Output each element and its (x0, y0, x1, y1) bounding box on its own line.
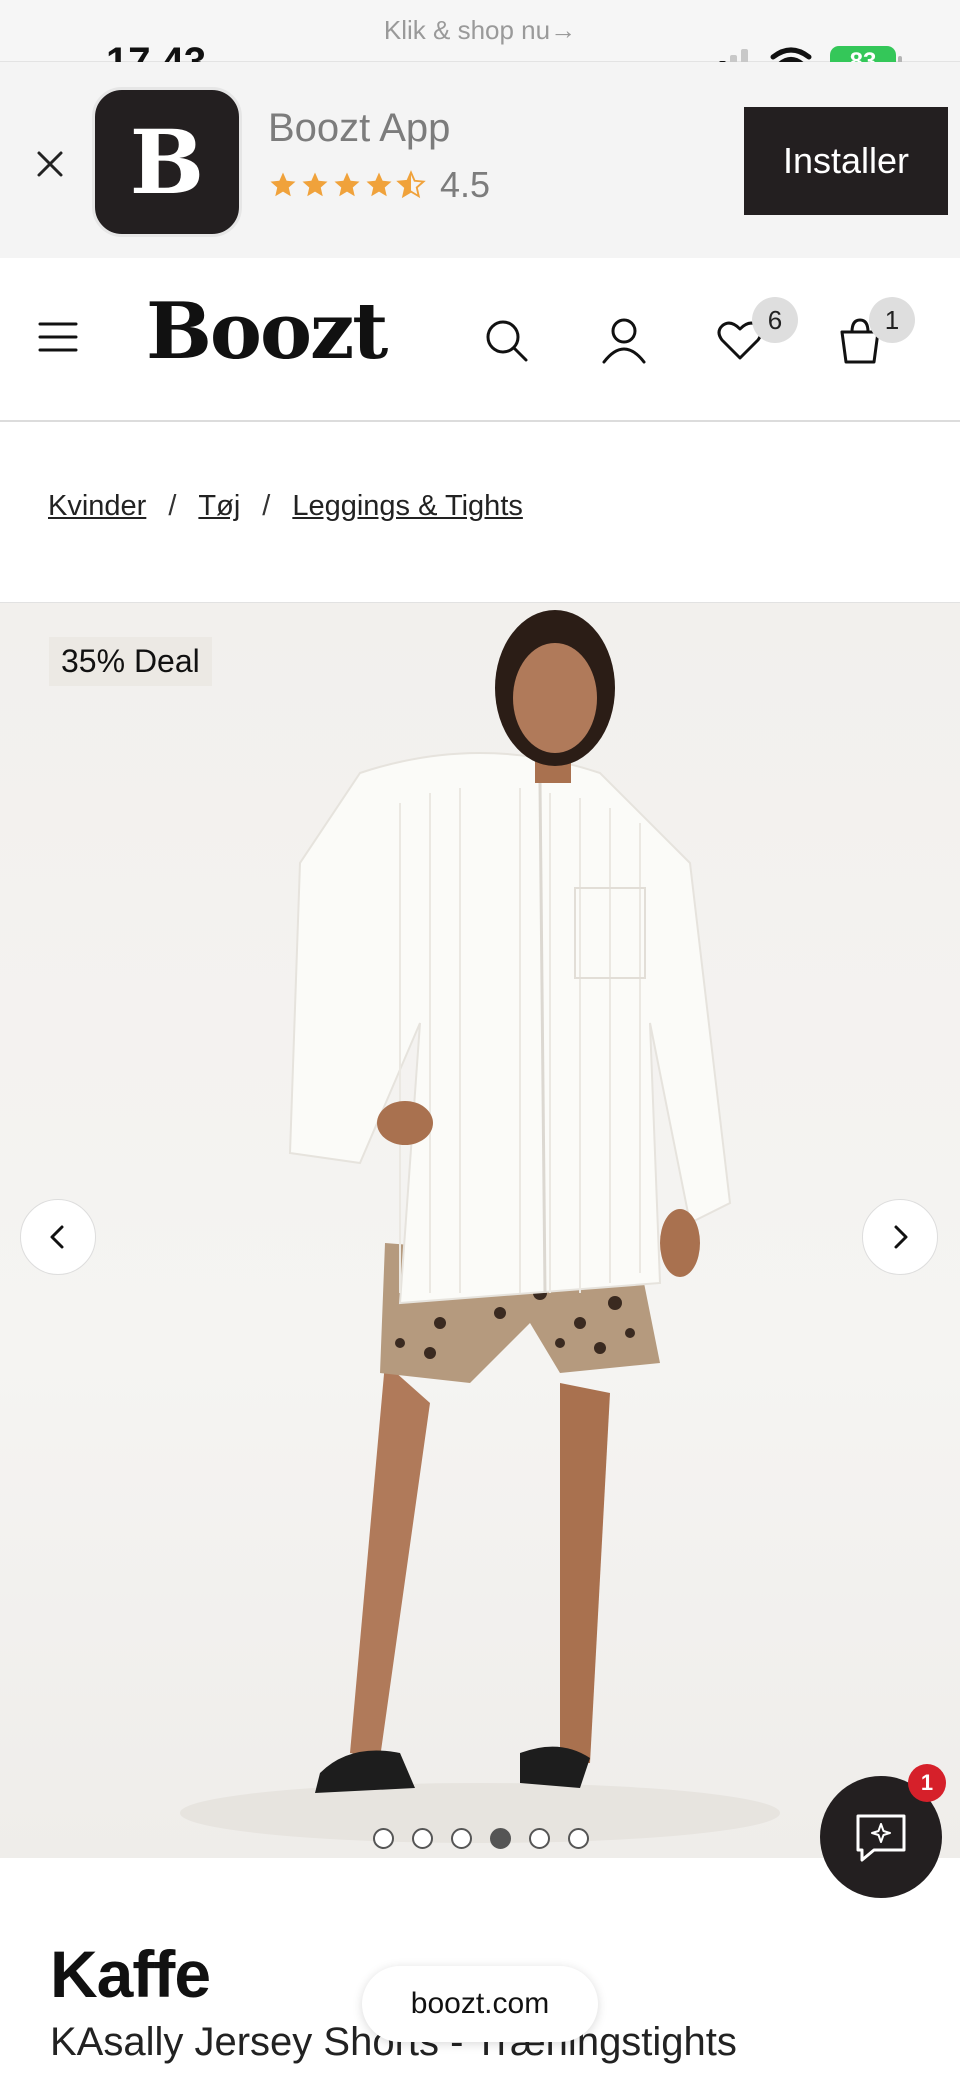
browser-url-bar[interactable]: boozt.com (362, 1966, 598, 2042)
breadcrumb: Kvinder / Tøj / Leggings & Tights (48, 490, 523, 523)
star-icon (270, 172, 296, 197)
install-app-button[interactable]: Installer (744, 107, 948, 215)
app-rating: 4.5 (268, 164, 490, 206)
boozt-logo[interactable]: Boozt (146, 286, 388, 377)
product-photo (180, 610, 780, 1843)
account-button[interactable] (600, 316, 650, 366)
gallery-dot-active[interactable] (490, 1828, 511, 1849)
gallery-pagination (373, 1828, 589, 1849)
rating-value: 4.5 (440, 164, 491, 205)
star-icon (366, 172, 392, 197)
gallery-dot[interactable] (529, 1828, 550, 1849)
breadcrumb-link-leggings-tights[interactable]: Leggings & Tights (292, 490, 523, 523)
app-install-banner: B Boozt App 4.5 Installer (0, 62, 960, 258)
deal-label: 35% Deal (61, 643, 200, 679)
hamburger-menu-icon (38, 322, 78, 352)
wishlist-count: 6 (767, 304, 783, 335)
chat-notification-badge: 1 (908, 1764, 946, 1802)
wishlist-count-badge: 6 (752, 297, 798, 343)
app-icon[interactable]: B (92, 87, 242, 237)
chat-bubble-icon (856, 1814, 906, 1862)
browser-url: boozt.com (410, 1987, 550, 2020)
breadcrumb-separator: / (168, 490, 177, 522)
product-brand: Kaffe (50, 1937, 211, 2011)
search-icon (486, 320, 528, 362)
rating-stars (268, 170, 426, 200)
menu-button[interactable] (38, 320, 82, 360)
previous-image-button[interactable] (20, 1199, 96, 1275)
chevron-left-icon (50, 1225, 64, 1249)
close-icon (37, 151, 63, 177)
star-icon (302, 172, 328, 197)
app-icon-letter: B (129, 110, 205, 214)
half-star-icon (396, 170, 426, 199)
app-name: Boozt App (268, 106, 451, 150)
gallery-dot[interactable] (568, 1828, 589, 1849)
chat-button[interactable]: 1 (820, 1764, 946, 1898)
search-button[interactable] (482, 316, 532, 366)
breadcrumb-separator: / (262, 490, 271, 522)
cart-count: 1 (884, 304, 900, 335)
breadcrumb-link-toj[interactable]: Tøj (198, 490, 240, 523)
next-image-button[interactable] (862, 1199, 938, 1275)
chevron-right-icon (894, 1225, 908, 1249)
star-icon (334, 172, 360, 197)
deal-badge: 35% Deal (49, 637, 212, 686)
gallery-dot[interactable] (412, 1828, 433, 1849)
product-image-gallery[interactable]: 35% Deal (0, 602, 960, 1858)
gallery-dot[interactable] (373, 1828, 394, 1849)
cart-count-badge: 1 (869, 297, 915, 343)
breadcrumb-link-kvinder[interactable]: Kvinder (48, 490, 146, 523)
gallery-dot[interactable] (451, 1828, 472, 1849)
chat-badge-count: 1 (920, 1770, 934, 1795)
site-header: Boozt 6 1 (0, 258, 960, 422)
user-icon (602, 318, 646, 364)
close-banner-button[interactable] (28, 142, 72, 186)
